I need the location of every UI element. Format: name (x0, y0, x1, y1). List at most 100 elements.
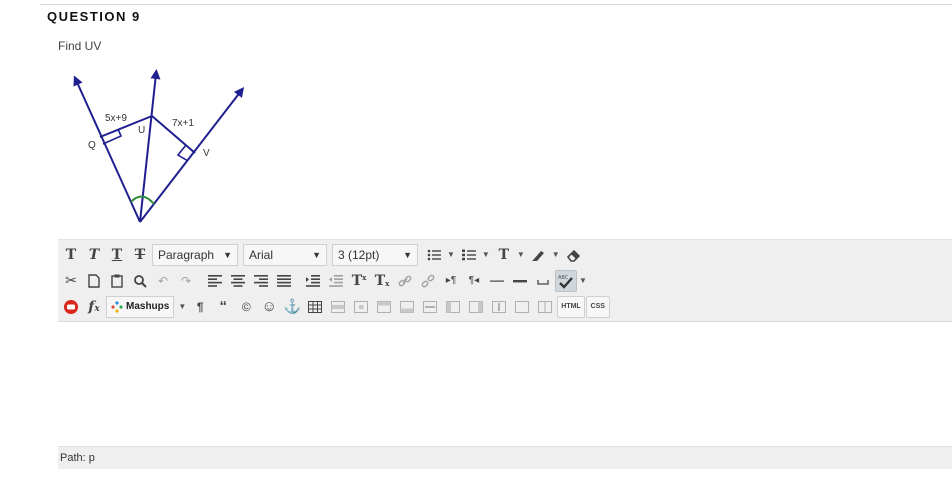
superscript-icon: T (351, 272, 363, 289)
italic-icon: T (88, 246, 100, 263)
anchor-button[interactable]: ⚓ (281, 296, 303, 318)
align-right-icon (254, 274, 268, 287)
table-row-props-button[interactable] (327, 296, 349, 318)
eraser-button[interactable] (563, 244, 585, 266)
font-size-select[interactable]: 3 (12pt) ▼ (332, 243, 418, 266)
highlight-dropdown[interactable]: ▼ (552, 250, 560, 259)
label-v: V (203, 148, 210, 159)
col-after-icon (469, 300, 484, 313)
thick-rule-icon (513, 279, 527, 282)
delete-row-button[interactable] (419, 296, 441, 318)
media-button[interactable] (60, 296, 82, 318)
link-button[interactable] (394, 270, 416, 292)
spellcheck-icon: ABC (558, 275, 573, 289)
text-color-button[interactable]: T (493, 244, 515, 266)
undo-button[interactable]: ↶ (152, 270, 174, 292)
superscript-button[interactable]: Tx (348, 270, 370, 292)
horizontal-rule-button[interactable] (486, 270, 508, 292)
toolbar-row-1: T T T T Paragraph ▼ Arial ▼ 3 (12pt) ▼ ▼ (60, 242, 952, 267)
smiley-icon: ☺ (261, 298, 277, 315)
html-source-button[interactable]: HTML (557, 295, 585, 318)
paragraph-mark-button[interactable]: ¶ (189, 296, 211, 318)
cut-button[interactable]: ✂ (60, 270, 82, 292)
copy-icon (88, 273, 100, 288)
italic-button[interactable]: T (83, 244, 105, 266)
math-button[interactable]: fx (83, 296, 105, 318)
mashups-dropdown[interactable]: ▼ (178, 302, 186, 311)
text-color-dropdown[interactable]: ▼ (517, 250, 525, 259)
blockquote-button[interactable]: “ (212, 296, 234, 318)
mashups-icon (111, 300, 123, 313)
bullet-list-icon (427, 249, 441, 260)
editor-toolbar: T T T T Paragraph ▼ Arial ▼ 3 (12pt) ▼ ▼ (58, 239, 952, 322)
path-value: p (88, 452, 95, 464)
align-left-button[interactable] (204, 270, 226, 292)
css-label: CSS (590, 303, 605, 310)
merge-cells-button[interactable] (534, 296, 556, 318)
label-uv: 7x+1 (172, 118, 194, 129)
spellcheck-button[interactable]: ABC (555, 269, 577, 292)
search-icon (134, 274, 147, 288)
delete-row-icon (423, 300, 438, 313)
outdent-button[interactable] (325, 270, 347, 292)
table-cell-props-button[interactable] (350, 296, 372, 318)
numbered-list-dropdown[interactable]: ▼ (482, 250, 490, 259)
unlink-icon (421, 274, 435, 287)
highlight-button[interactable] (528, 244, 550, 266)
find-button[interactable] (129, 270, 151, 292)
toolbar-row-2: ✂ ↶ ↷ T x T x ▸¶ ¶◂ ABC ▼ (60, 268, 952, 293)
label-u: U (138, 125, 145, 136)
row-after-icon (400, 300, 415, 313)
chevron-down-icon: ▼ (403, 249, 412, 260)
insert-col-before-button[interactable] (442, 296, 464, 318)
css-button[interactable]: CSS (585, 295, 610, 318)
justify-button[interactable] (273, 270, 295, 292)
indent-icon (306, 274, 320, 287)
copyright-button[interactable]: © (235, 296, 257, 318)
paste-button[interactable] (106, 270, 128, 292)
row-before-icon (377, 300, 392, 313)
thick-rule-button[interactable] (509, 270, 531, 292)
align-right-button[interactable] (250, 270, 272, 292)
spellcheck-dropdown[interactable]: ▼ (579, 276, 587, 285)
insert-col-after-button[interactable] (465, 296, 487, 318)
subscript-button[interactable]: Tx (371, 270, 393, 292)
middle-ray (139, 69, 161, 223)
strikethrough-button[interactable]: T (129, 244, 151, 266)
insert-row-before-button[interactable] (373, 296, 395, 318)
indent-button[interactable] (302, 270, 324, 292)
bullet-list-dropdown[interactable]: ▼ (447, 250, 455, 259)
nonbreaking-space-button[interactable] (532, 270, 554, 292)
rtl-button[interactable]: ¶◂ (463, 270, 485, 292)
right-angle-v (176, 144, 189, 162)
redo-button[interactable]: ↷ (175, 270, 197, 292)
mashups-button[interactable]: Mashups (106, 295, 175, 318)
ltr-button[interactable]: ▸¶ (440, 270, 462, 292)
unlink-button[interactable] (417, 270, 439, 292)
question-prompt: Find UV (58, 39, 102, 53)
formula-icon: fx (88, 298, 100, 315)
insert-table-button[interactable] (304, 296, 326, 318)
align-center-button[interactable] (227, 270, 249, 292)
font-family-select[interactable]: Arial ▼ (243, 243, 327, 266)
svg-text:ABC: ABC (558, 275, 569, 281)
rich-text-editor: T T T T Paragraph ▼ Arial ▼ 3 (12pt) ▼ ▼ (58, 239, 952, 469)
insert-row-after-button[interactable] (396, 296, 418, 318)
format-block-select[interactable]: Paragraph ▼ (152, 243, 238, 266)
label-qu: 5x+9 (105, 113, 127, 124)
bold-button[interactable]: T (60, 244, 82, 266)
editor-content-area[interactable] (58, 322, 952, 446)
delete-col-icon (492, 300, 507, 313)
split-cells-button[interactable] (511, 296, 533, 318)
text-color-icon: T (498, 246, 510, 263)
split-cells-icon (515, 300, 530, 313)
underline-button[interactable]: T (106, 244, 128, 266)
bullet-list-button[interactable] (423, 244, 445, 266)
delete-col-button[interactable] (488, 296, 510, 318)
marker-icon (531, 250, 544, 261)
numbered-list-button[interactable] (458, 244, 480, 266)
emoticon-button[interactable]: ☺ (258, 296, 280, 318)
copy-button[interactable] (83, 270, 105, 292)
question-title: QUESTION 9 (47, 9, 141, 24)
font-size-value: 3 (12pt) (338, 247, 380, 262)
